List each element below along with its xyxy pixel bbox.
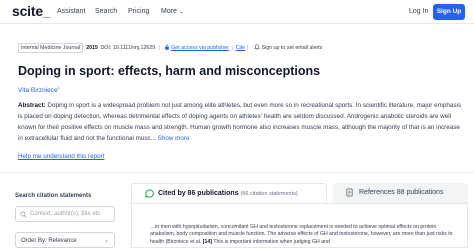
document-icon: [346, 188, 353, 197]
author-link[interactable]: Vita Birzniece1: [18, 85, 60, 94]
journal-name[interactable]: Internal Medicine Journal: [18, 43, 84, 53]
abstract-text: Doping in sport is a widespread problem …: [18, 102, 462, 142]
abstract-label: Abstract:: [18, 102, 46, 109]
tab-cited-by[interactable]: Cited by 86 publications (66 citation sta…: [131, 183, 327, 203]
separator: |: [158, 45, 161, 51]
chevron-down-icon: ⌄: [103, 238, 109, 244]
citation-search-input[interactable]: Context, author(s), title etc: [15, 206, 115, 222]
search-placeholder: Context, author(s), title etc: [30, 211, 101, 217]
top-navbar: scite_ Assistant Search Pricing More ⌄ Lo…: [0, 0, 474, 24]
doi-link[interactable]: DOI: 10.1111/imj.12629: [100, 45, 155, 51]
chevron-down-icon: ⌄: [178, 9, 184, 15]
show-more-link[interactable]: Show more: [156, 135, 190, 142]
section-divider: [0, 172, 474, 173]
bell-icon: [254, 44, 260, 50]
lock-icon: [164, 44, 169, 50]
email-alert-link[interactable]: Sign up to set email alerts: [261, 45, 322, 51]
search-icon: [20, 211, 27, 218]
search-citations-title: Search citation statements: [15, 193, 92, 199]
citation-statements-count: (66 citation statements): [240, 191, 298, 197]
references-count: References 88 publications: [359, 189, 444, 196]
tab-references[interactable]: References 88 publications: [333, 183, 468, 203]
reference-marker[interactable]: [14]: [203, 239, 212, 245]
citation-snippet: …in men with hypopituitarism, concomitan…: [150, 224, 453, 245]
nav-assistant[interactable]: Assistant: [57, 8, 85, 15]
login-link[interactable]: Log In: [409, 8, 428, 15]
nav-search[interactable]: Search: [95, 8, 117, 15]
publication-year: 2015: [86, 45, 98, 51]
order-by-select[interactable]: Order By: Relevance ⌄: [15, 232, 115, 248]
help-understand-link[interactable]: Help me understand this report: [18, 153, 104, 160]
separator: |: [232, 45, 234, 51]
scite-logo[interactable]: scite_: [12, 3, 51, 19]
cite-link[interactable]: Cite: [236, 45, 245, 51]
abstract: Abstract: Doping in sport is a widesprea…: [18, 100, 462, 144]
order-by-label: Order By: Relevance: [21, 238, 77, 244]
cited-by-count: Cited by 86 publications: [158, 190, 239, 197]
nav-pricing[interactable]: Pricing: [128, 8, 149, 15]
get-access-link[interactable]: Get access via publisher: [171, 45, 229, 51]
signup-button[interactable]: Sign Up: [433, 4, 465, 20]
paper-title: Doping in sport: effects, harm and misco…: [18, 64, 321, 78]
quote-bubble-icon: [145, 189, 154, 198]
paper-meta: Internal Medicine Journal 2015 DOI: 10.11…: [18, 43, 322, 53]
nav-more[interactable]: More ⌄: [161, 8, 184, 15]
separator: |: [247, 45, 249, 51]
